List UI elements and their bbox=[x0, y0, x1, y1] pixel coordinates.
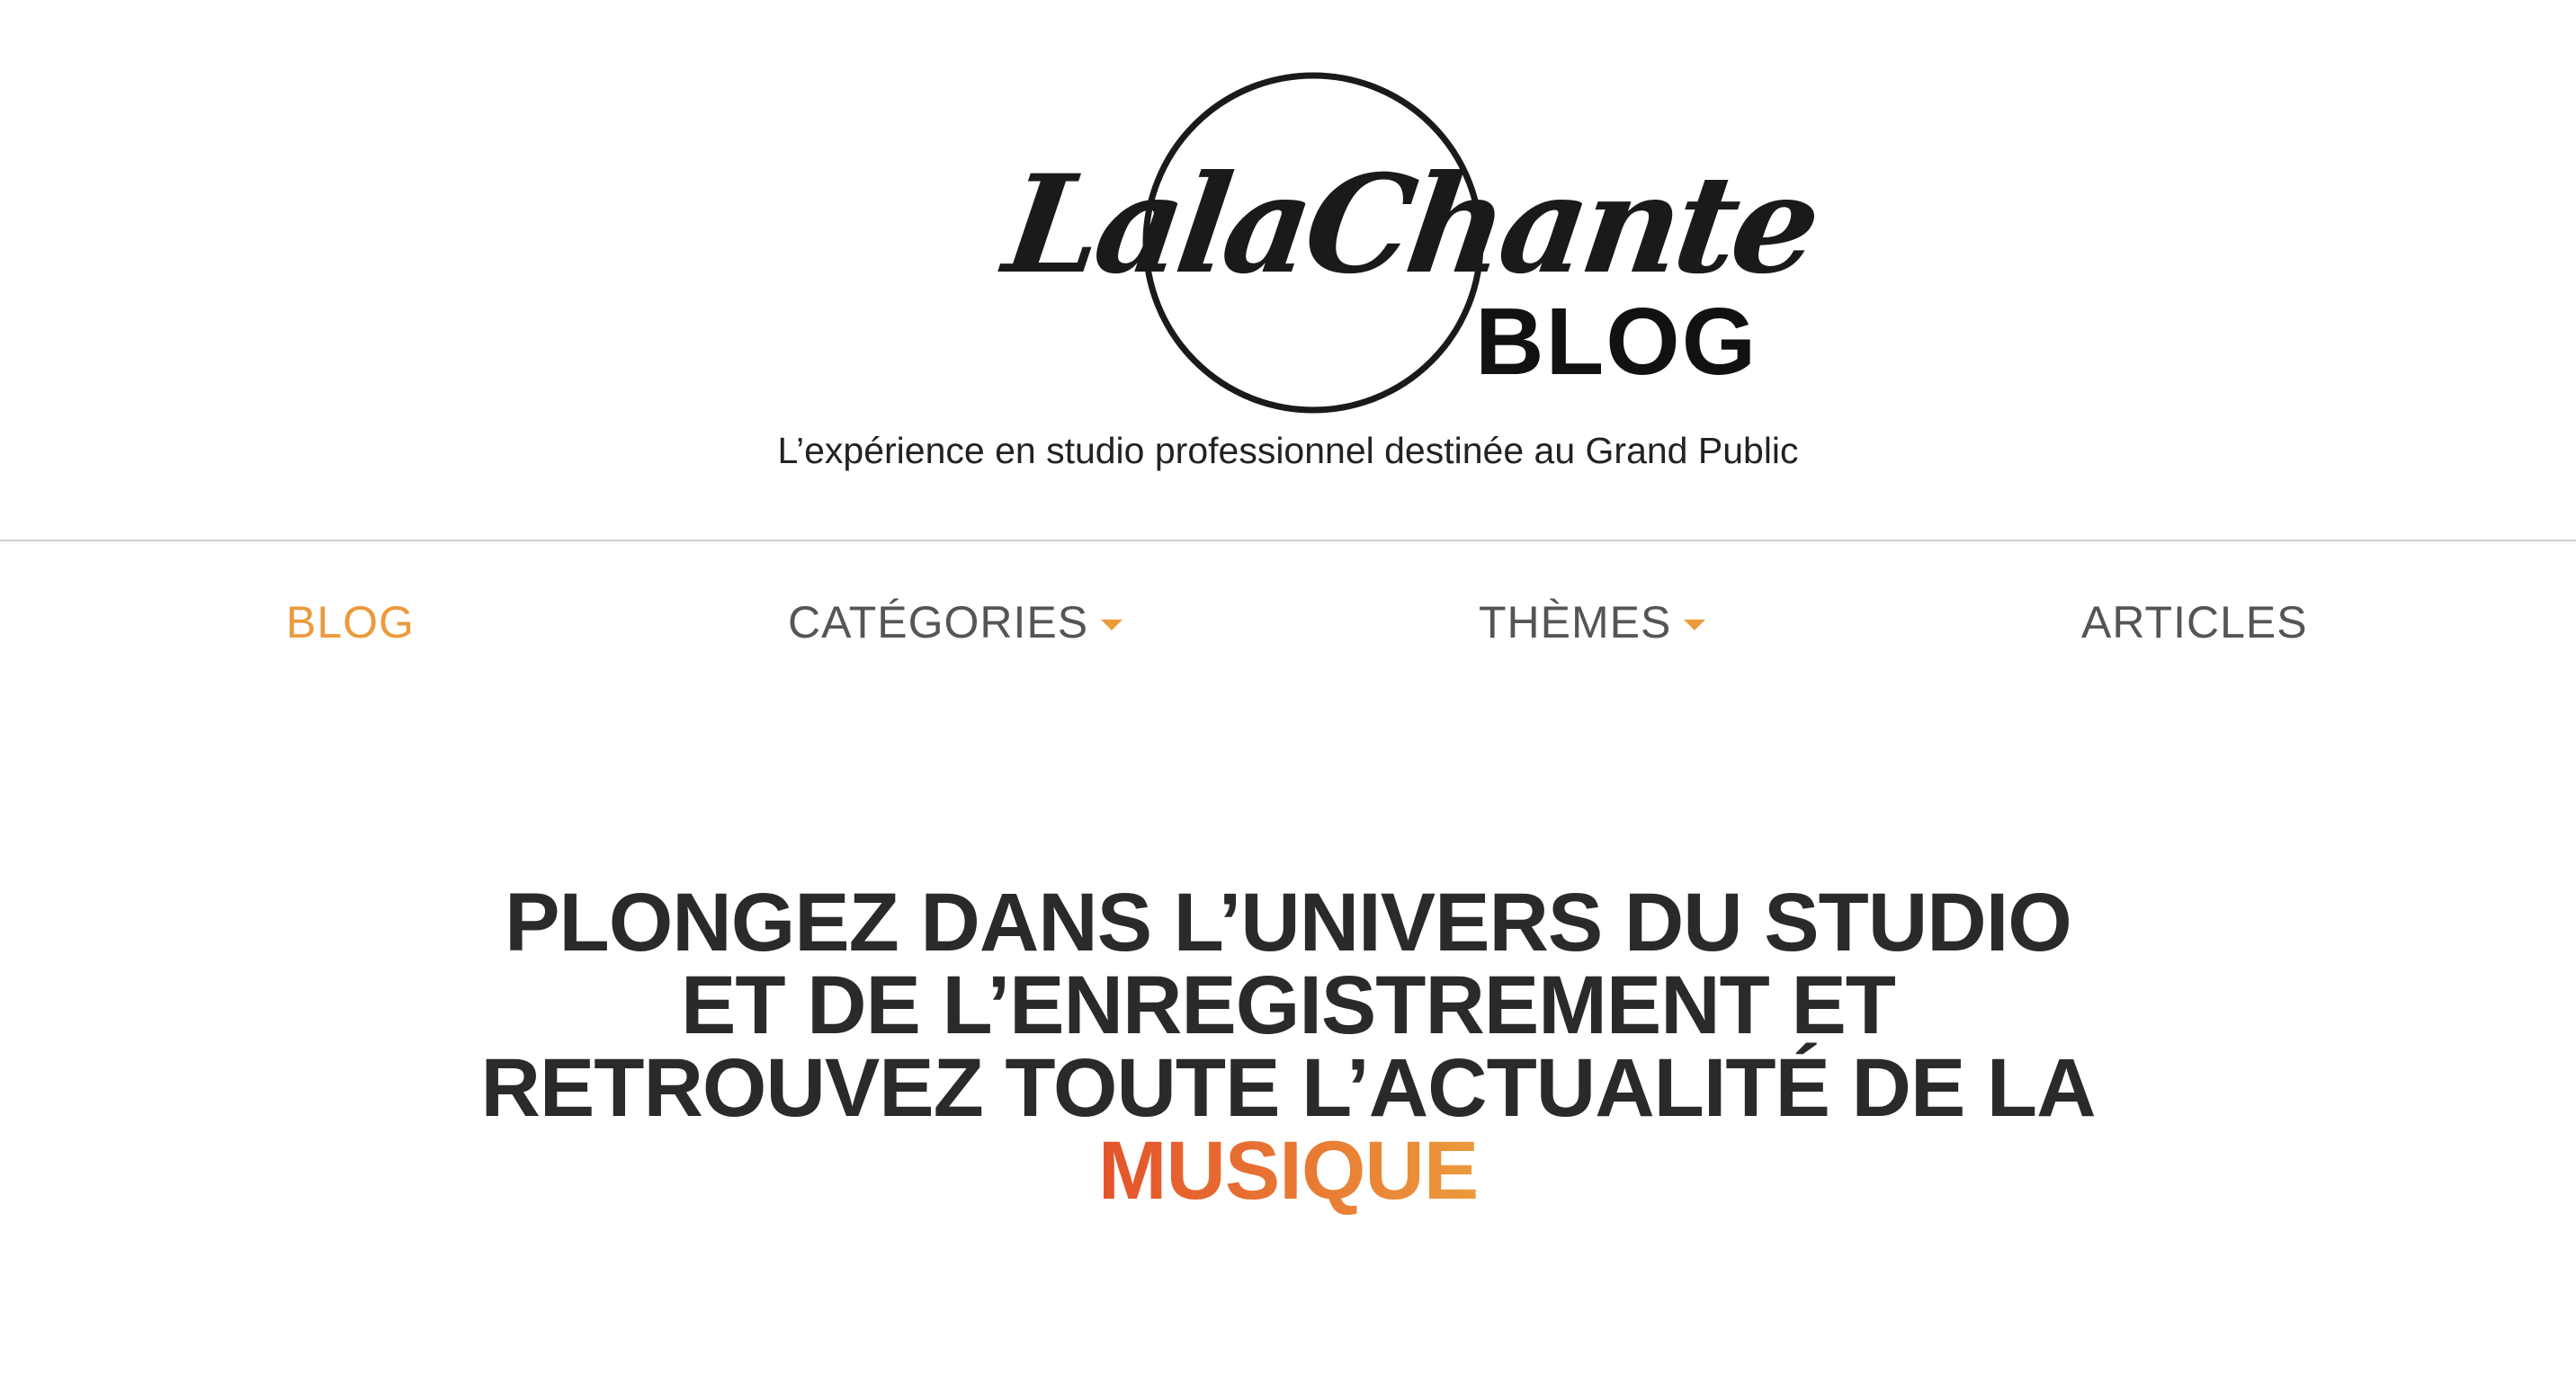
logo-blog-text: BLOG bbox=[1475, 289, 1758, 395]
nav-item-categories[interactable]: CATÉGORIES bbox=[788, 591, 1123, 654]
logo-script-text: LalaChante bbox=[996, 146, 1825, 304]
nav-item-themes[interactable]: THÈMES bbox=[1479, 591, 1706, 654]
caret-down-icon bbox=[1684, 620, 1706, 630]
hero-line-1: PLONGEZ DANS L’UNIVERS DU STUDIO bbox=[505, 877, 2072, 968]
hero-heading: PLONGEZ DANS L’UNIVERS DU STUDIO ET DE L… bbox=[0, 881, 2576, 1212]
nav-item-label: ARTICLES bbox=[2081, 597, 2308, 647]
nav-item-label: THÈMES bbox=[1479, 597, 1672, 647]
site-logo[interactable]: LalaChante BLOG bbox=[989, 63, 1825, 423]
nav-item-label: CATÉGORIES bbox=[788, 597, 1089, 647]
caret-down-icon bbox=[1101, 620, 1123, 630]
site-header: LalaChante BLOG L’expérience en studio p… bbox=[0, 0, 2576, 540]
hero-line-3: RETROUVEZ TOUTE L’ACTUALITÉ DE LA bbox=[480, 1042, 2096, 1134]
site-tagline: L’expérience en studio professionnel des… bbox=[777, 430, 1799, 471]
hero-highlight-word: MUSIQUE bbox=[1097, 1125, 1479, 1217]
nav-item-blog[interactable]: BLOG bbox=[286, 591, 415, 654]
nav-item-articles[interactable]: ARTICLES bbox=[2081, 591, 2308, 654]
nav-item-label: BLOG bbox=[286, 597, 415, 647]
main-nav: BLOG CATÉGORIES THÈMES ARTICLES bbox=[0, 541, 2576, 694]
hero-line-2: ET DE L’ENREGISTREMENT ET bbox=[680, 959, 1896, 1051]
